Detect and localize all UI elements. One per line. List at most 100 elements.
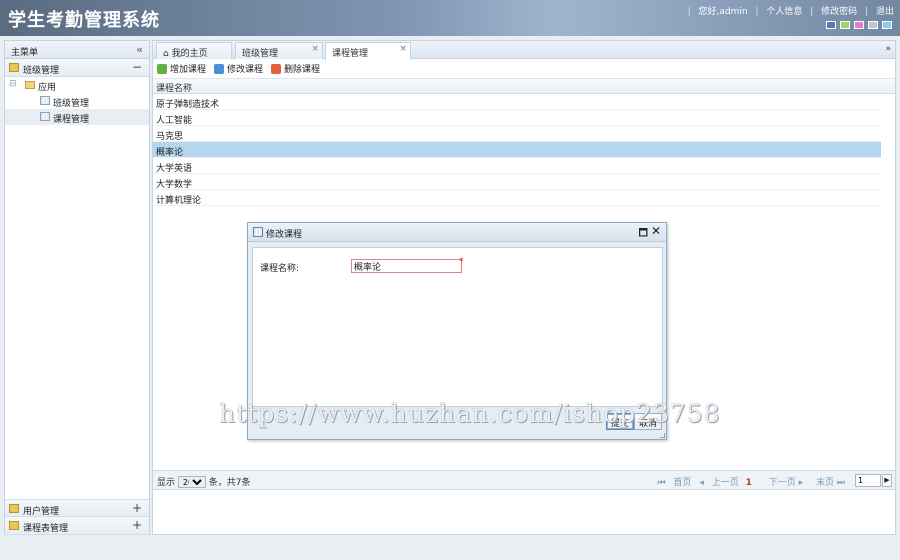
course-name-label: 课程名称: — [260, 264, 300, 274]
logout-link[interactable]: 退出 — [876, 7, 894, 17]
resize-handle[interactable] — [660, 433, 665, 438]
theme-swatch[interactable] — [826, 21, 836, 29]
edit-icon — [214, 63, 225, 74]
total-count: 条，共7条 — [208, 478, 251, 488]
table-row[interactable]: 大学英语 — [153, 158, 881, 174]
grid-icon — [253, 227, 263, 237]
tree-item-course-manage[interactable]: 课程管理 — [5, 109, 149, 125]
prev-label: 上一页 — [711, 478, 739, 488]
theme-swatch[interactable] — [840, 21, 850, 29]
next-label: 下一页 — [768, 478, 796, 488]
go-page-button[interactable]: ▶ — [882, 474, 892, 487]
theme-swatch[interactable] — [854, 21, 864, 29]
tab-label: 课程管理 — [332, 49, 369, 59]
show-label: 显示 — [157, 478, 176, 488]
required-mark: * — [459, 257, 464, 267]
page-size-select[interactable]: 20 — [177, 476, 206, 488]
tab-label: 班级管理 — [242, 49, 279, 59]
sidebar-section-class[interactable]: 班级管理 − — [5, 59, 149, 77]
collapse-toggle-icon[interactable]: − — [132, 60, 142, 74]
current-page: 1 — [745, 478, 752, 488]
grid-body: 原子弹制造技术 人工智能 马克思 概率论 大学英语 大学数学 计算机理论 — [153, 94, 895, 206]
page-nav: ⏮ 首页 ◂ 上一页 1 下一页 ▸ 末页 ⏭ — [652, 475, 845, 488]
home-icon: ⌂ — [163, 49, 169, 59]
folder-icon — [9, 504, 19, 513]
expand-toggle-icon[interactable]: + — [132, 501, 142, 515]
page-size-control: 显示 20 条，共7条 — [157, 475, 251, 488]
edit-course-dialog: 修改课程 🗖 ✕ 课程名称: * 提交 取消 — [247, 222, 667, 440]
section-label: 课程表管理 — [23, 524, 69, 534]
tab-bar: ⌂ 我的主页 班级管理 × 课程管理 × » — [153, 41, 895, 60]
close-icon[interactable]: ✕ — [651, 224, 661, 238]
grid-icon — [40, 96, 50, 105]
button-label: 增加课程 — [170, 65, 207, 75]
submit-button[interactable]: 提交 — [606, 413, 635, 430]
table-row[interactable]: 大学数学 — [153, 174, 881, 190]
collapse-icon[interactable]: « — [136, 43, 143, 56]
add-course-button[interactable]: 增加课程 — [157, 62, 206, 75]
cancel-button[interactable]: 取消 — [634, 413, 663, 430]
course-name-input[interactable] — [351, 259, 462, 273]
next-page-button[interactable]: 下一页 ▸ — [764, 478, 803, 488]
page-number-input[interactable] — [855, 474, 881, 487]
profile-link[interactable]: 个人信息 — [766, 7, 802, 17]
table-row-selected[interactable]: 概率论 — [153, 142, 881, 158]
folder-icon — [25, 81, 35, 89]
dialog-body: 课程名称: * — [252, 247, 663, 407]
toolbar: 增加课程 修改课程 删除课程 — [153, 59, 895, 79]
tree-root-label: 应用 — [38, 83, 57, 93]
delete-icon — [271, 63, 282, 74]
first-label: 首页 — [673, 478, 692, 488]
table-row[interactable]: 马克思 — [153, 126, 881, 142]
sidebar-title: 主菜单 — [11, 48, 39, 58]
tree-item-class-manage[interactable]: 班级管理 — [5, 93, 149, 109]
tabs-dropdown-icon[interactable]: » — [885, 44, 891, 54]
tree-expander-icon[interactable]: ⊟ — [9, 79, 17, 89]
app-title: 学生考勤管理系统 — [8, 10, 160, 31]
section-label: 用户管理 — [23, 507, 60, 517]
tab-class-manage[interactable]: 班级管理 × — [235, 42, 323, 59]
grid-icon — [40, 112, 50, 121]
expand-toggle-icon[interactable]: + — [132, 518, 142, 532]
maximize-icon[interactable]: 🗖 — [639, 226, 649, 243]
dialog-header: 修改课程 🗖 ✕ — [248, 223, 666, 242]
sidebar-section-schedule[interactable]: 课程表管理 + — [5, 517, 149, 535]
button-label: 修改课程 — [227, 65, 264, 75]
last-label: 末页 — [816, 478, 835, 488]
app-header: 学生考勤管理系统 | 您好,admin | 个人信息 | 修改密码 | 退出 — [0, 0, 900, 36]
prev-page-button[interactable]: ◂ 上一页 — [699, 478, 738, 488]
close-icon[interactable]: × — [311, 44, 319, 54]
delete-course-button[interactable]: 删除课程 — [271, 62, 320, 75]
table-row[interactable]: 原子弹制造技术 — [153, 94, 881, 110]
last-page-button[interactable]: 末页 ⏭ — [811, 478, 845, 488]
pagination-bar: 显示 20 条，共7条 ⏮ 首页 ◂ 上一页 1 下一页 ▸ 末页 ⏭ ▶ — [153, 470, 895, 490]
close-icon[interactable]: × — [399, 44, 407, 54]
section-label: 班级管理 — [23, 66, 60, 76]
theme-swatch[interactable] — [882, 21, 892, 29]
column-header-course-name[interactable]: 课程名称 — [153, 79, 895, 94]
table-row[interactable]: 计算机理论 — [153, 190, 881, 206]
tree-item-label: 班级管理 — [53, 99, 90, 109]
sidebar: 主菜单 « 班级管理 − ⊟ 应用 班级管理 课程管理 用户管理 + 课程表管理… — [4, 40, 150, 535]
dialog-title: 修改课程 — [266, 230, 303, 240]
tree-node-root[interactable]: ⊟ 应用 — [5, 77, 149, 93]
sidebar-bottom-sections: 用户管理 + 课程表管理 + — [5, 499, 149, 535]
edit-course-button[interactable]: 修改课程 — [214, 62, 263, 75]
add-icon — [157, 63, 167, 74]
folder-icon — [9, 63, 19, 72]
tab-home[interactable]: ⌂ 我的主页 — [156, 42, 232, 59]
first-page-button[interactable]: ⏮ 首页 — [657, 478, 691, 488]
tab-course-manage[interactable]: 课程管理 × — [325, 42, 411, 60]
top-nav: | 您好,admin | 个人信息 | 修改密码 | 退出 — [687, 7, 894, 17]
tree-item-label: 课程管理 — [53, 115, 90, 125]
button-label: 删除课程 — [284, 65, 321, 75]
tab-label: 我的主页 — [171, 49, 208, 59]
theme-swatch[interactable] — [868, 21, 878, 29]
greeting-link[interactable]: 您好,admin — [699, 7, 748, 17]
theme-switcher — [826, 21, 892, 29]
sidebar-header: 主菜单 « — [5, 41, 149, 59]
change-password-link[interactable]: 修改密码 — [821, 7, 857, 17]
table-row[interactable]: 人工智能 — [153, 110, 881, 126]
folder-icon — [9, 521, 19, 530]
sidebar-section-users[interactable]: 用户管理 + — [5, 499, 149, 517]
